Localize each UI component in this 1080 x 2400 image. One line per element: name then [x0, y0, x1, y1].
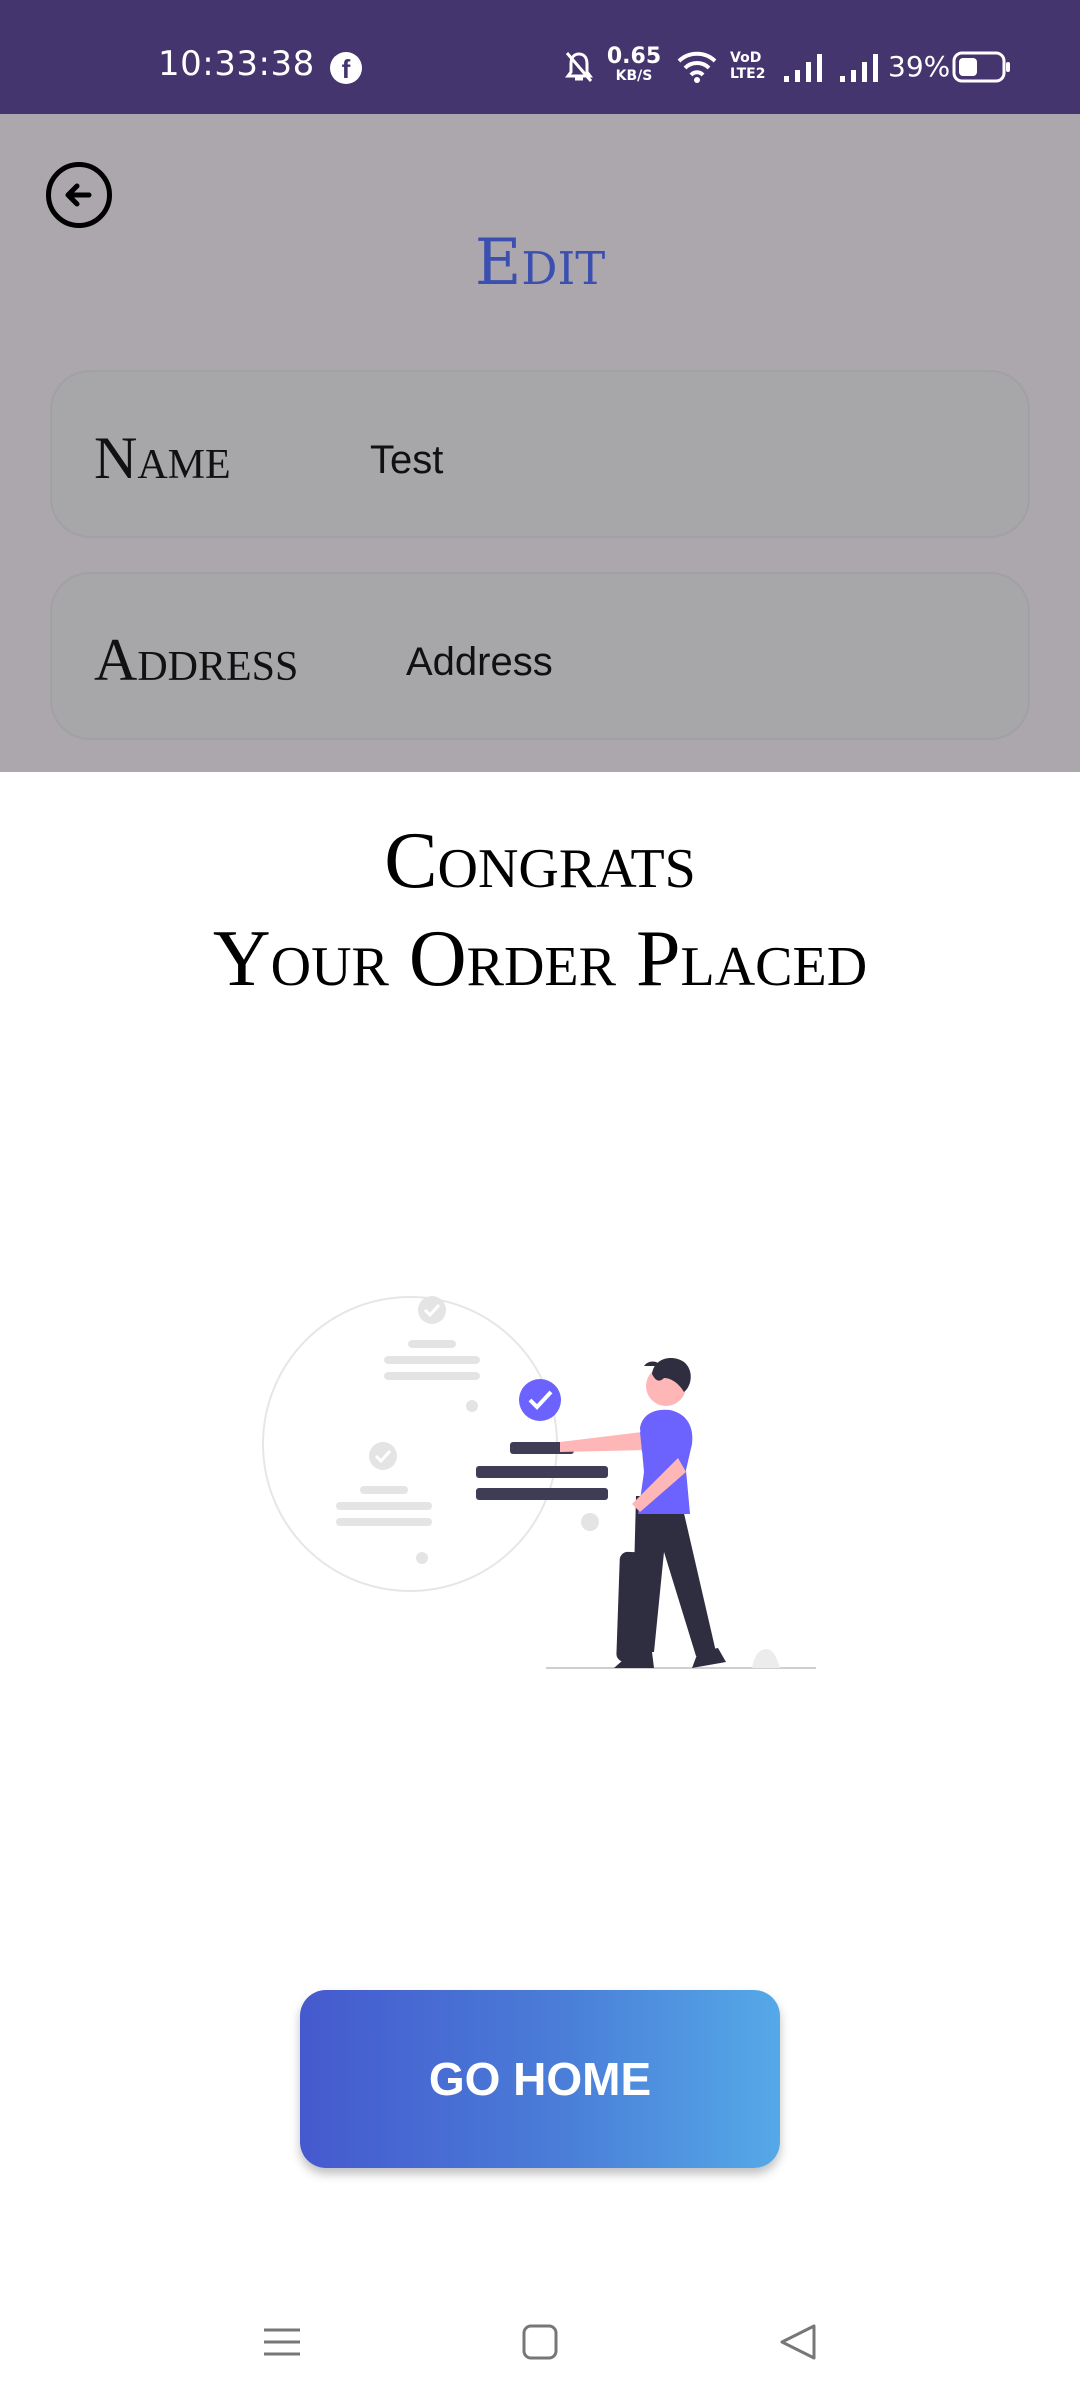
network-speed: 0.65 KB/S: [606, 44, 662, 84]
network-speed-unit: KB/S: [615, 68, 653, 84]
address-label: Address: [94, 627, 299, 693]
mute-icon: [565, 52, 593, 82]
congrats-title: Congrats Your Order Placed: [0, 812, 1080, 1008]
back-button[interactable]: [46, 162, 112, 228]
arrow-left-circle-icon: [65, 183, 92, 207]
home-square-icon[interactable]: [510, 2312, 570, 2372]
signal-icon: [840, 54, 878, 82]
go-home-button[interactable]: GO HOME: [300, 1990, 780, 2168]
edit-page-background: Edit Name Test Address Address: [0, 114, 1080, 772]
page-title: Edit: [474, 226, 606, 300]
menu-icon[interactable]: [252, 2312, 312, 2372]
status-bar: 10:33:38 f 0.65 KB/S VoD LTE2 39%: [0, 0, 1080, 114]
battery-percent: 39%: [888, 50, 951, 83]
battery-icon: [952, 51, 1010, 83]
order-confirmed-illustration: [262, 1296, 816, 1669]
back-triangle-icon[interactable]: [768, 2312, 828, 2372]
name-field[interactable]: Name Test: [50, 370, 1030, 538]
network-speed-value: 0.65: [606, 44, 662, 69]
name-label: Name: [94, 425, 231, 491]
name-input-value[interactable]: Test: [370, 438, 443, 483]
signal-icon: [784, 54, 822, 82]
address-field[interactable]: Address Address: [50, 572, 1030, 740]
volte-line1: VoD: [730, 50, 762, 66]
wifi-icon: [677, 51, 717, 83]
volte-line2: LTE2: [730, 66, 766, 82]
volte-indicator: VoD LTE2: [730, 50, 765, 82]
order-placed-sheet: Congrats Your Order Placed GO HOME: [0, 772, 1080, 2288]
facebook-icon: f: [330, 52, 362, 84]
congrats-title-line1: Congrats: [384, 817, 696, 905]
address-input-value[interactable]: Address: [406, 640, 553, 685]
status-time: 10:33:38: [158, 44, 315, 84]
congrats-title-line2: Your Order Placed: [212, 915, 868, 1003]
system-nav-bar: [0, 2288, 1080, 2400]
facebook-glyph: f: [341, 54, 351, 84]
